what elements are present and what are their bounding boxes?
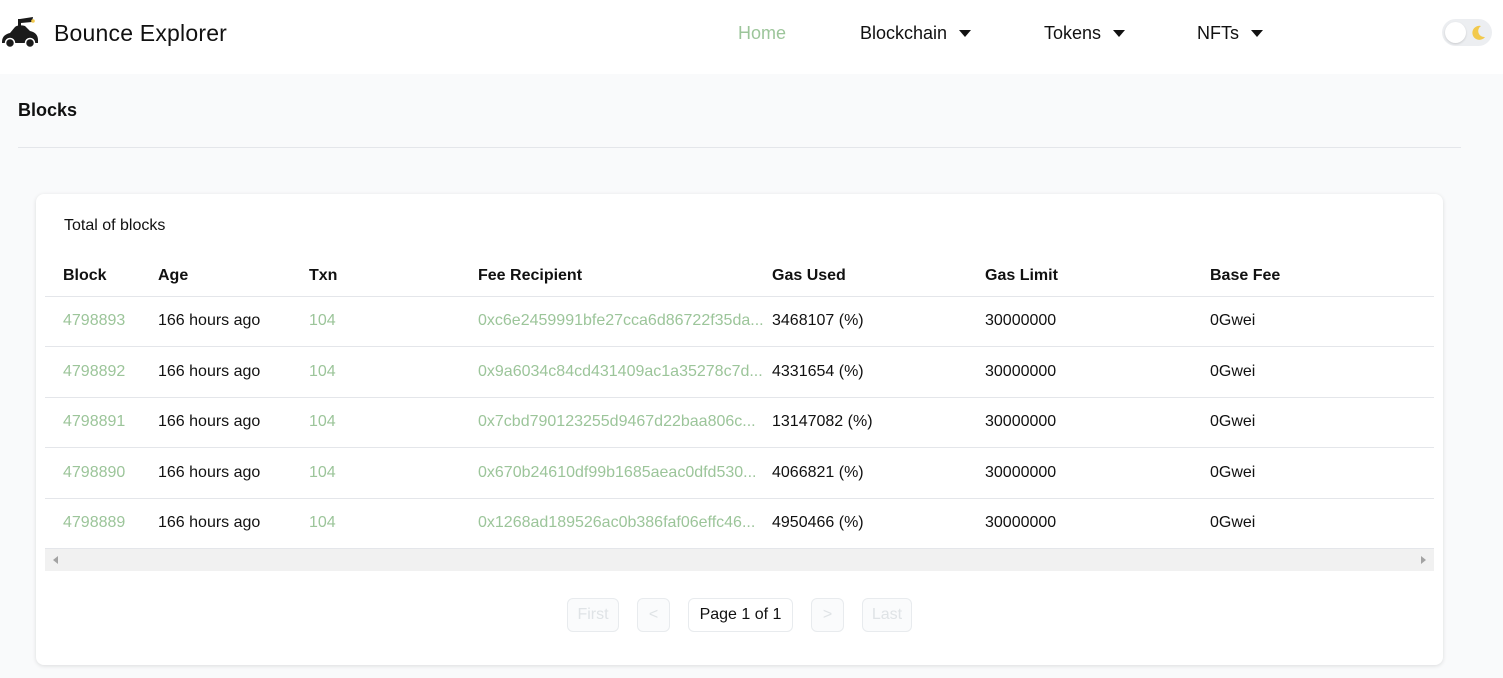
table-row: 4798890 166 hours ago 104 0x670b24610df9… — [45, 447, 1434, 499]
fee-recipient-link[interactable]: 0x9a6034c84cd431409ac1a35278c7d... — [478, 363, 763, 380]
block-link[interactable]: 4798891 — [63, 413, 125, 430]
fee-recipient-link[interactable]: 0x670b24610df99b1685aeac0dfd530... — [478, 464, 756, 481]
caret-down-icon — [1113, 29, 1126, 37]
block-link[interactable]: 4798892 — [63, 363, 125, 380]
table-header-row: Block Age Txn Fee Recipient Gas Used Gas… — [45, 256, 1434, 297]
age-cell: 166 hours ago — [158, 346, 309, 398]
table-row: 4798891 166 hours ago 104 0x7cbd79012325… — [45, 397, 1434, 448]
age-cell: 166 hours ago — [158, 296, 309, 347]
moon-icon — [1472, 25, 1485, 40]
txn-link[interactable]: 104 — [309, 514, 336, 531]
fee-recipient-link[interactable]: 0x1268ad189526ac0b386faf06effc46... — [478, 514, 755, 531]
gas-used-cell: 3468107 (%) — [772, 296, 985, 347]
brand-name: Bounce Explorer — [54, 19, 228, 46]
table-row: 4798889 166 hours ago 104 0x1268ad189526… — [45, 498, 1434, 549]
gas-limit-cell: 30000000 — [985, 498, 1210, 549]
car-logo-icon — [2, 17, 38, 49]
nav-tokens[interactable]: Tokens — [1044, 20, 1126, 46]
nav-blockchain-label: Blockchain — [860, 22, 948, 43]
col-header-block: Block — [45, 256, 158, 297]
col-header-age: Age — [158, 256, 309, 297]
nav-home[interactable]: Home — [738, 20, 786, 46]
col-header-fee-recipient: Fee Recipient — [478, 256, 772, 297]
gas-used-cell: 4066821 (%) — [772, 447, 985, 499]
gas-used-cell: 13147082 (%) — [772, 397, 985, 448]
col-header-base-fee: Base Fee — [1210, 256, 1434, 297]
next-page-button[interactable]: > — [811, 598, 844, 632]
blocks-table-wrap: Block Age Txn Fee Recipient Gas Used Gas… — [45, 256, 1434, 549]
txn-link[interactable]: 104 — [309, 363, 336, 380]
caret-down-icon — [959, 29, 972, 37]
age-cell: 166 hours ago — [158, 447, 309, 499]
last-page-button[interactable]: Last — [862, 598, 912, 632]
fee-recipient-link[interactable]: 0x7cbd790123255d9467d22baa806c... — [478, 413, 756, 430]
table-row: 4798892 166 hours ago 104 0x9a6034c84cd4… — [45, 346, 1434, 398]
horizontal-scrollbar[interactable] — [45, 549, 1434, 571]
nav-nfts[interactable]: NFTs — [1197, 20, 1263, 46]
gas-limit-cell: 30000000 — [985, 447, 1210, 499]
col-header-gas-used: Gas Used — [772, 256, 985, 297]
gas-limit-cell: 30000000 — [985, 296, 1210, 347]
scroll-right-icon[interactable] — [1421, 556, 1426, 564]
nav-tokens-label: Tokens — [1044, 22, 1102, 43]
age-cell: 166 hours ago — [158, 498, 309, 549]
base-fee-cell: 0Gwei — [1210, 296, 1434, 347]
blocks-table: Block Age Txn Fee Recipient Gas Used Gas… — [45, 256, 1434, 549]
first-page-button[interactable]: First — [567, 598, 619, 632]
caret-down-icon — [1251, 29, 1263, 37]
block-link[interactable]: 4798893 — [63, 312, 125, 329]
base-fee-cell: 0Gwei — [1210, 447, 1434, 499]
page-indicator: Page 1 of 1 — [688, 598, 793, 632]
gas-used-cell: 4950466 (%) — [772, 498, 985, 549]
txn-link[interactable]: 104 — [309, 312, 336, 329]
card-caption: Total of blocks — [64, 217, 166, 234]
nav-blockchain[interactable]: Blockchain — [860, 20, 972, 46]
col-header-txn: Txn — [309, 256, 478, 297]
fee-recipient-link[interactable]: 0xc6e2459991bfe27cca6d86722f35da... — [478, 312, 764, 329]
base-fee-cell: 0Gwei — [1210, 397, 1434, 448]
gas-limit-cell: 30000000 — [985, 346, 1210, 398]
nav-home-label: Home — [738, 22, 787, 43]
brand[interactable]: Bounce Explorer — [0, 14, 227, 52]
title-divider — [18, 147, 1461, 148]
scroll-left-icon[interactable] — [53, 556, 58, 564]
prev-page-button[interactable]: < — [637, 598, 670, 632]
nav-nfts-label: NFTs — [1197, 22, 1239, 43]
theme-toggle[interactable] — [1442, 19, 1492, 46]
col-header-gas-limit: Gas Limit — [985, 256, 1210, 297]
top-navbar: Bounce Explorer Home Blockchain Tokens N… — [0, 0, 1503, 74]
age-cell: 166 hours ago — [158, 397, 309, 448]
block-link[interactable]: 4798889 — [63, 514, 125, 531]
block-link[interactable]: 4798890 — [63, 464, 125, 481]
gas-limit-cell: 30000000 — [985, 397, 1210, 448]
gas-used-cell: 4331654 (%) — [772, 346, 985, 398]
base-fee-cell: 0Gwei — [1210, 346, 1434, 398]
table-row: 4798893 166 hours ago 104 0xc6e2459991bf… — [45, 296, 1434, 347]
base-fee-cell: 0Gwei — [1210, 498, 1434, 549]
txn-link[interactable]: 104 — [309, 464, 336, 481]
blocks-card: Total of blocks Block Age Txn Fee Recipi… — [36, 194, 1443, 665]
page-title: Blocks — [18, 100, 78, 120]
toggle-knob — [1445, 22, 1466, 43]
txn-link[interactable]: 104 — [309, 413, 336, 430]
